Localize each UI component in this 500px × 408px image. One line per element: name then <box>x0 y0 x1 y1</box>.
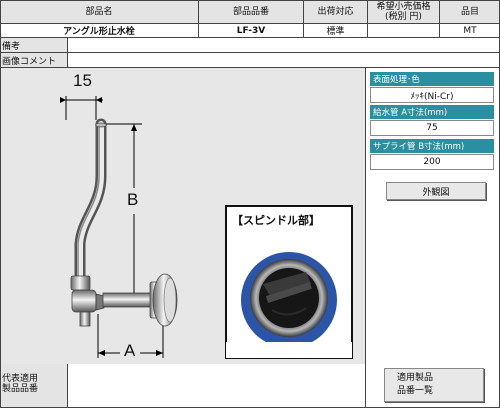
remarks-cell <box>68 38 500 53</box>
dimension-15-label: 15 <box>73 71 92 90</box>
dimension-a-label: A <box>124 341 136 360</box>
shipping-value: 標準 <box>304 24 368 38</box>
category-value: MT <box>440 24 500 38</box>
spec-label-supply-dimension-a: 給水管 A寸法(mm) <box>370 105 494 119</box>
part-number-value: LF-3V <box>199 24 304 38</box>
spec-value-surface-finish: ﾒｯｷ(Ni-Cr) <box>370 87 494 103</box>
image-comment-cell <box>68 53 500 68</box>
part-name-value: アングル形止水栓 <box>0 24 199 38</box>
header-shipping: 出荷対応 <box>304 0 368 24</box>
applicable-products-button[interactable]: 適用製品 品番一覧 <box>384 368 484 402</box>
dimension-b-label: B <box>127 190 139 209</box>
spindle-label: 【スピンドル部】 <box>232 214 320 227</box>
external-view-button[interactable]: 外観図 <box>386 182 486 200</box>
applicable-products-line1: 適用製品 <box>397 373 434 383</box>
product-diagram: 15 B A 【スピンドル部】 <box>0 68 366 364</box>
header-part-number: 部品品番 <box>199 0 304 24</box>
image-comment-label: 画像コメント <box>0 53 68 68</box>
header-part-name: 部品名 <box>0 0 199 24</box>
header-category: 品目 <box>440 0 500 24</box>
representative-product-cell <box>68 364 366 408</box>
spec-label-supply-tube-dimension-b: サプライ管 B寸法(mm) <box>370 139 494 153</box>
header-price: 希望小売価格 (税別 円) <box>368 0 440 24</box>
remarks-label: 備考 <box>0 38 68 53</box>
spec-panel: 表面処理･色 ﾒｯｷ(Ni-Cr) 給水管 A寸法(mm) 75 サプライ管 B… <box>366 68 500 364</box>
representative-product-label: 代表適用 製品品番 <box>0 364 68 408</box>
applicable-products-line2: 品番一覧 <box>397 386 434 396</box>
spec-value-supply-tube-dimension-b: 200 <box>370 154 494 170</box>
spec-label-surface-finish: 表面処理･色 <box>370 72 494 86</box>
price-value <box>368 24 440 38</box>
spec-value-supply-dimension-a: 75 <box>370 120 494 136</box>
